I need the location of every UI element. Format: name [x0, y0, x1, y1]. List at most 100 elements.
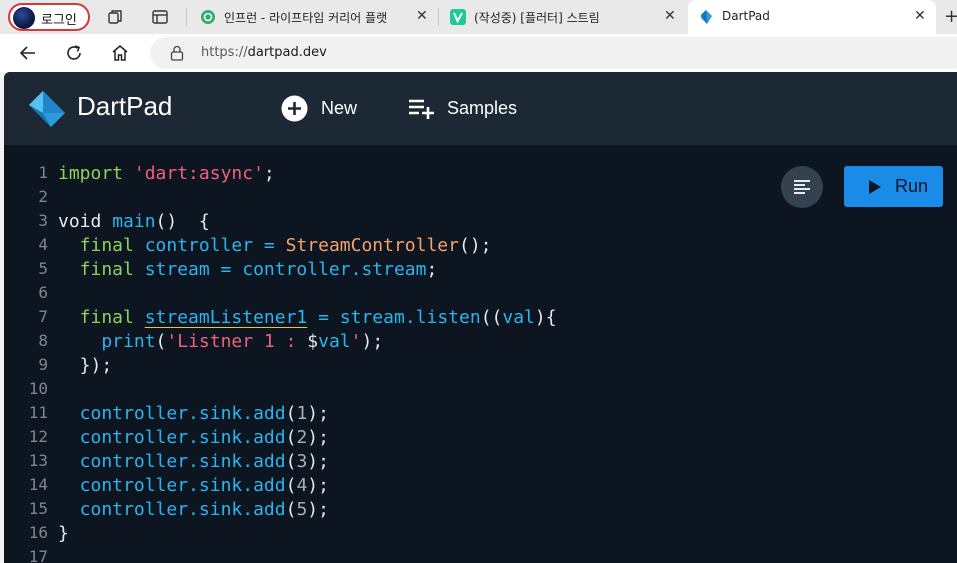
line-number: 9	[38, 355, 48, 374]
browser-tab-strip: 로그인 인프런 - 라이프타임 커리어 플랫 ✕ (작성중) [플러터] 스트림…	[0, 0, 957, 34]
tab-close-icon[interactable]: ✕	[914, 8, 926, 24]
format-button[interactable]	[781, 166, 823, 208]
punctuation: ;	[426, 259, 438, 280]
punctuation: (	[155, 331, 167, 352]
number-literal: 3	[296, 451, 308, 472]
play-icon	[869, 180, 881, 194]
back-arrow-icon[interactable]	[18, 43, 38, 63]
code-line-5[interactable]: final stream = controller.stream;	[58, 258, 438, 282]
new-button[interactable]: New	[281, 95, 366, 123]
code-line-11[interactable]: controller.sink.add(1);	[58, 402, 329, 426]
line-number: 3	[38, 211, 48, 230]
tab-close-icon[interactable]: ✕	[416, 8, 428, 24]
profile-button[interactable]: 로그인	[8, 3, 90, 31]
code-line-4[interactable]: final controller = StreamController();	[58, 234, 492, 258]
operator: =	[307, 307, 340, 328]
line-number: 16	[28, 523, 48, 542]
method-name: listen	[415, 307, 481, 328]
parameter: val	[502, 307, 535, 328]
dartpad-logo-icon[interactable]	[26, 88, 68, 130]
lock-icon[interactable]	[170, 45, 184, 61]
new-tab-button[interactable]: +	[944, 6, 957, 27]
browser-toolbar: https://dartpad.dev	[0, 34, 957, 72]
workspaces-icon[interactable]	[107, 8, 125, 26]
punctuation: .	[188, 475, 199, 496]
profile-label: 로그인	[41, 13, 77, 28]
code-line-14[interactable]: controller.sink.add(4);	[58, 474, 329, 498]
punctuation: (	[285, 499, 297, 520]
avatar	[13, 7, 35, 29]
tab-inflearn[interactable]: 인프런 - 라이프타임 커리어 플랫 ✕	[190, 0, 436, 34]
method-name: add	[253, 403, 286, 424]
identifier: sink	[198, 451, 243, 472]
identifier-warning[interactable]: streamListener1	[145, 307, 308, 328]
keyword: void	[58, 211, 113, 232]
method-name: add	[253, 499, 286, 520]
code-line-8[interactable]: print('Listner 1 : $val');	[58, 330, 383, 354]
refresh-icon[interactable]	[64, 43, 84, 63]
tab-velog[interactable]: (작성중) [플러터] 스트림 ✕	[440, 0, 686, 34]
code-line-9[interactable]: });	[58, 354, 113, 378]
code-line-13[interactable]: controller.sink.add(3);	[58, 450, 329, 474]
tab-close-icon[interactable]: ✕	[664, 8, 676, 24]
tab-divider	[438, 8, 439, 26]
velog-favicon-icon	[450, 9, 466, 25]
identifier: controller	[133, 235, 254, 256]
punctuation: (	[285, 427, 297, 448]
class-name: StreamController	[285, 235, 459, 256]
line-number: 17	[28, 547, 48, 563]
punctuation: });	[58, 355, 113, 376]
format-align-icon	[794, 180, 810, 194]
address-bar[interactable]: https://dartpad.dev	[150, 37, 957, 69]
identifier: stream	[339, 307, 405, 328]
run-button[interactable]: Run	[844, 166, 943, 207]
line-number: 14	[28, 475, 48, 494]
keyword: import	[58, 163, 124, 184]
punctuation: () {	[155, 211, 210, 232]
url-scheme: https://	[201, 45, 248, 60]
code-line-16[interactable]: }	[58, 522, 69, 546]
identifier: val	[318, 331, 351, 352]
punctuation: .	[188, 499, 199, 520]
code-line-7[interactable]: final streamListener1 = stream.listen((v…	[58, 306, 557, 330]
samples-button[interactable]: Samples	[408, 95, 528, 123]
line-number: 11	[28, 403, 48, 422]
new-label: New	[321, 98, 358, 118]
code-line-3[interactable]: void main() {	[58, 210, 210, 234]
number-literal: 2	[296, 427, 308, 448]
samples-label: Samples	[447, 98, 518, 118]
tab-title: 인프런 - 라이프타임 커리어 플랫	[224, 11, 388, 25]
code-line-12[interactable]: controller.sink.add(2);	[58, 426, 329, 450]
punctuation: .	[188, 403, 199, 424]
keyword: final	[58, 235, 134, 256]
code-line-15[interactable]: controller.sink.add(5);	[58, 498, 329, 522]
keyword: final	[58, 307, 134, 328]
tab-dartpad[interactable]: DartPad ✕	[688, 0, 936, 34]
punctuation: .	[242, 499, 254, 520]
punctuation: .	[242, 451, 254, 472]
code-editor[interactable]: 1 2 3 4 5 6 7 8 9 10 11 12 13 14 15 16 1…	[4, 145, 957, 563]
punctuation: );	[307, 451, 329, 472]
code-line-1[interactable]: import 'dart:async';	[58, 162, 275, 186]
punctuation: }	[58, 523, 69, 544]
url-host: dartpad.dev	[247, 45, 327, 60]
vertical-tabs-icon[interactable]	[151, 8, 169, 26]
home-icon[interactable]	[110, 43, 130, 63]
line-number: 6	[38, 283, 48, 302]
identifier: controller	[58, 427, 189, 448]
punctuation: );	[307, 475, 329, 496]
identifier: controller	[58, 475, 189, 496]
punctuation: );	[307, 499, 329, 520]
method-name: add	[253, 427, 286, 448]
number-literal: 1	[296, 403, 308, 424]
punctuation: ((	[480, 307, 503, 328]
line-number: 2	[38, 187, 48, 206]
operator: =	[253, 235, 286, 256]
number-literal: 5	[296, 499, 308, 520]
punctuation: (	[285, 475, 297, 496]
punctuation: );	[307, 427, 329, 448]
identifier: sink	[198, 475, 243, 496]
line-number: 4	[38, 235, 48, 254]
app-title[interactable]: DartPad	[77, 91, 172, 122]
